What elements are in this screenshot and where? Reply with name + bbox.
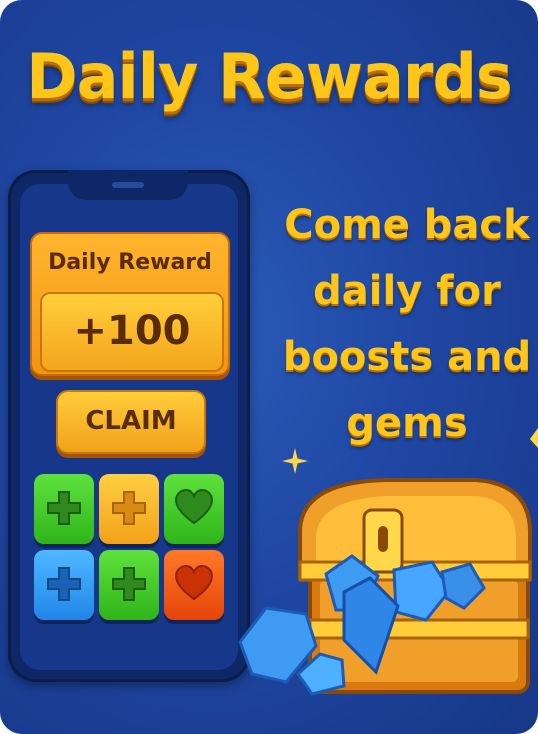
promo-text: Come back daily for boosts and gems xyxy=(272,192,538,456)
tile-plus-orange[interactable] xyxy=(99,474,159,544)
tile-heart-red[interactable] xyxy=(164,550,224,620)
heart-icon xyxy=(174,488,214,525)
promo-line: boosts and xyxy=(282,334,532,380)
claim-button[interactable]: CLAIM xyxy=(56,390,206,454)
claim-button-label: CLAIM xyxy=(85,406,177,436)
tile-heart-green[interactable] xyxy=(164,474,224,544)
speaker-icon xyxy=(112,182,144,188)
plus-icon xyxy=(112,491,146,525)
reward-value-box: +100 xyxy=(40,292,224,372)
daily-rewards-card: Daily Rewards Come back daily for boosts… xyxy=(0,0,538,734)
page-title: Daily Rewards xyxy=(26,40,513,113)
tile-plus-blue[interactable] xyxy=(34,550,94,620)
promo-line: daily for xyxy=(313,268,501,314)
tile-plus-green[interactable] xyxy=(99,550,159,620)
phone-notch xyxy=(68,170,188,200)
plus-icon xyxy=(112,567,146,601)
tile-plus-green[interactable] xyxy=(34,474,94,544)
treasure-chest-icon xyxy=(238,478,533,696)
reward-label: Daily Reward xyxy=(48,250,212,275)
heart-icon xyxy=(174,564,214,601)
sparkle-icon xyxy=(530,428,538,448)
daily-reward-panel: Daily Reward +100 xyxy=(30,232,230,376)
reward-value: +100 xyxy=(73,308,191,354)
plus-icon xyxy=(47,567,81,601)
promo-line: Come back xyxy=(284,202,530,248)
promo-line: gems xyxy=(346,400,468,446)
plus-icon xyxy=(47,491,81,525)
